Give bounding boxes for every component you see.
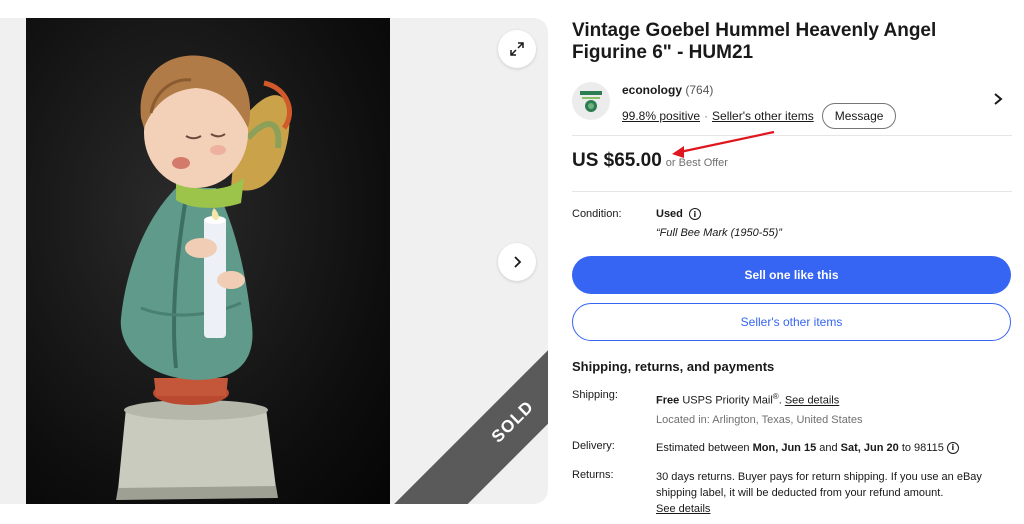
chevron-right-icon (514, 256, 522, 268)
seller-name[interactable]: econology (764) (622, 83, 713, 97)
returns-label: Returns: (572, 469, 614, 481)
message-button[interactable]: Message (821, 103, 897, 129)
separator: · (704, 109, 709, 123)
item-location: Located in: Arlington, Texas, United Sta… (656, 414, 863, 426)
delivery-value: Estimated between Mon, Jun 15 and Sat, J… (656, 440, 1006, 456)
seller-links: 99.8% positive · Seller's other items Me… (622, 103, 897, 129)
annotation-arrow (672, 130, 775, 158)
seller-chevron[interactable] (992, 92, 1004, 111)
info-icon[interactable]: i (946, 442, 959, 455)
chevron-right-icon (994, 93, 1003, 105)
expand-button[interactable] (498, 30, 536, 68)
positive-feedback-link[interactable]: 99.8% positive (622, 109, 700, 123)
price: US $65.00 (572, 150, 662, 171)
sell-one-like-this-button[interactable]: Sell one like this (572, 256, 1011, 294)
delivery-label: Delivery: (572, 440, 615, 452)
seller-card[interactable]: econology (764) 99.8% positive · Seller'… (572, 80, 1012, 129)
seller-feedback-count: (764) (685, 83, 714, 97)
shipping-see-details-link[interactable]: See details (785, 395, 839, 407)
image-gallery: SOLD (0, 18, 548, 504)
condition-label: Condition: (572, 208, 622, 220)
seller-avatar[interactable] (572, 82, 610, 120)
divider (572, 135, 1012, 136)
product-photo[interactable] (26, 18, 390, 504)
next-image-button[interactable] (498, 243, 536, 281)
divider (572, 191, 1012, 192)
shipping-value: Free USPS Priority Mail®. See details (656, 392, 840, 407)
sold-label: SOLD (487, 396, 538, 447)
figurine-image (116, 55, 292, 500)
returns-see-details-link[interactable]: See details (656, 503, 710, 515)
seller-logo-icon (580, 91, 602, 112)
listing-title: Vintage Goebel Hummel Heavenly Angel Fig… (572, 20, 937, 63)
seller-other-items-link[interactable]: Seller's other items (712, 109, 814, 123)
shipping-label: Shipping: (572, 389, 618, 401)
expand-icon (510, 42, 524, 56)
info-icon[interactable]: i (688, 208, 701, 220)
sold-ribbon: SOLD (392, 301, 548, 504)
condition-value: Used i (656, 208, 701, 220)
seller-other-items-button[interactable]: Seller's other items (572, 303, 1011, 341)
returns-value: 30 days returns. Buyer pays for return s… (656, 471, 982, 515)
shipping-heading: Shipping, returns, and payments (572, 359, 775, 374)
condition-note: “Full Bee Mark (1950-55)” (656, 227, 782, 239)
